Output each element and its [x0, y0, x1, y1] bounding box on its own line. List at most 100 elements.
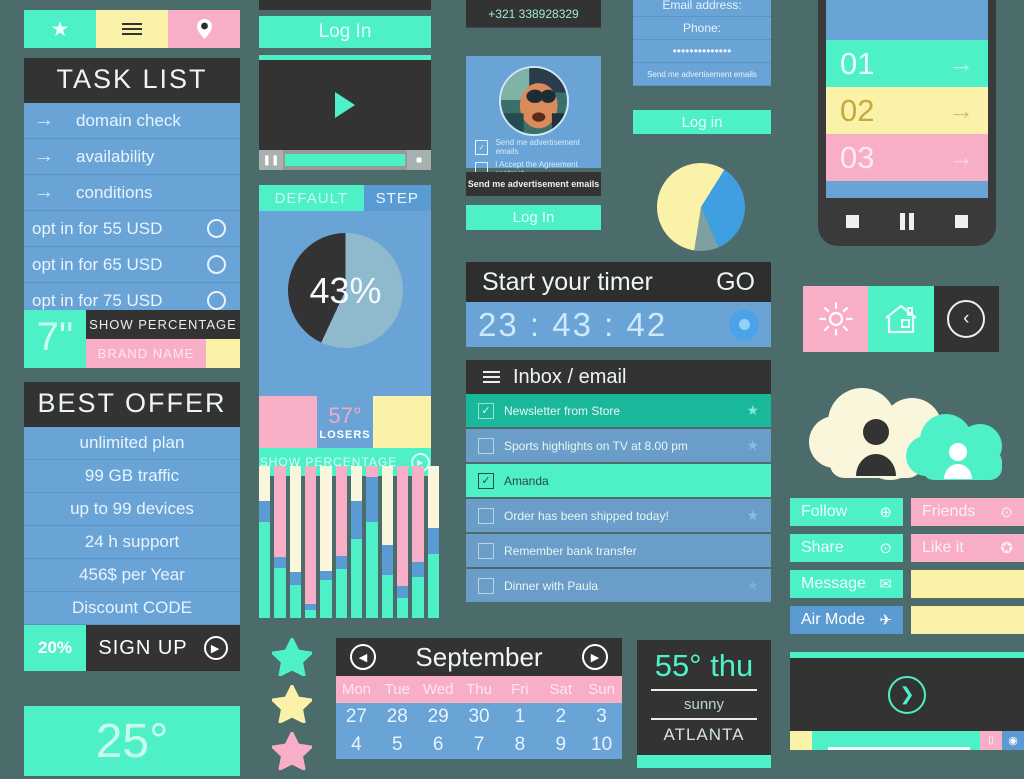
progress-bar[interactable] — [285, 154, 405, 166]
menu-button[interactable] — [954, 214, 968, 228]
star-yellow-icon[interactable] — [271, 684, 313, 724]
star-icon[interactable]: ★ — [746, 437, 759, 454]
play-icon[interactable] — [335, 92, 355, 118]
calendar-day[interactable]: 2 — [540, 703, 581, 731]
task-row[interactable]: → domain check — [24, 103, 240, 139]
advertisement-consent-row[interactable]: Send me advertisement emails — [633, 63, 771, 86]
star-icon-tile[interactable]: ★ — [24, 10, 96, 48]
star-icon[interactable]: ★ — [746, 402, 759, 419]
phone-field[interactable]: +321 338928329 — [466, 0, 601, 28]
star-mint-icon[interactable] — [271, 637, 313, 677]
social-button-air-mode[interactable]: Air Mode ✈ — [790, 606, 903, 634]
menu-icon[interactable] — [483, 368, 500, 386]
phone-hardware-buttons — [826, 204, 988, 238]
settings-button[interactable]: ◉ — [1002, 731, 1024, 750]
timer-go-button[interactable]: GO — [716, 268, 755, 297]
back-button-tile[interactable]: ‹ — [933, 286, 999, 352]
checkbox-unchecked-icon[interactable] — [478, 577, 494, 594]
checkbox-label: Send me advertisement emails — [495, 138, 580, 156]
social-button-like-it[interactable]: Like it ✪ — [911, 534, 1024, 562]
next-month-button[interactable]: ▶ — [582, 644, 608, 670]
progress-bar[interactable] — [812, 731, 980, 750]
phone-list-row[interactable]: 01 → — [826, 40, 988, 87]
task-option-row[interactable]: opt in for 55 USD — [24, 211, 240, 247]
lock-button[interactable]: ▯ — [980, 731, 1002, 750]
calendar-day[interactable]: 3 — [581, 703, 622, 731]
password-field[interactable]: •••••••••••••• — [633, 40, 771, 63]
calendar-day[interactable]: 27 — [336, 703, 377, 731]
checkbox-row[interactable]: ✓ Send me advertisement emails — [466, 136, 601, 158]
radio-icon[interactable] — [207, 219, 226, 238]
calendar-day[interactable]: 5 — [377, 731, 418, 759]
calendar-day[interactable]: 7 — [459, 731, 500, 759]
play-icon[interactable]: ❯ — [888, 675, 926, 714]
social-button-empty[interactable] — [911, 570, 1024, 598]
inbox-row[interactable]: Remember bank transfer — [466, 534, 771, 569]
social-button-follow[interactable]: Follow ⊕ — [790, 498, 903, 526]
calendar-day[interactable]: 9 — [540, 731, 581, 759]
checkbox-checked-icon[interactable]: ✓ — [475, 139, 489, 155]
bar-segment-mid — [427, 528, 439, 555]
radio-icon[interactable] — [207, 255, 226, 274]
email-address-field[interactable]: Email address: — [633, 0, 771, 17]
star-icon[interactable]: ★ — [746, 507, 759, 524]
social-button-friends[interactable]: Friends ⊙ — [911, 498, 1024, 526]
best-offer-card: BEST OFFER unlimited plan 99 GB traffic … — [24, 382, 240, 671]
star-pink-icon[interactable] — [271, 731, 313, 771]
calendar-day[interactable]: 4 — [336, 731, 377, 759]
login-button-top[interactable]: Log In — [259, 16, 431, 48]
location-pin-icon-tile[interactable] — [168, 10, 240, 48]
checkbox-unchecked-icon[interactable] — [478, 507, 494, 524]
timer-display[interactable]: 23 : 43 : 42 — [478, 306, 667, 344]
home-icon-tile[interactable] — [868, 286, 934, 352]
task-list-title: TASK LIST — [24, 58, 240, 103]
inbox-row[interactable]: Dinner with Paula ★ — [466, 569, 771, 604]
inbox-row[interactable]: Sports highlights on TV at 8.00 pm ★ — [466, 429, 771, 464]
record-icon[interactable] — [729, 309, 759, 340]
advertisement-consent-bar[interactable]: Send me advertisement emails — [466, 172, 601, 196]
social-button-share[interactable]: Share ⊙ — [790, 534, 903, 562]
login-button-contact[interactable]: Log in — [633, 110, 771, 134]
stop-button[interactable] — [846, 214, 860, 228]
offer-row: up to 99 devices — [24, 493, 240, 526]
star-icon[interactable]: ★ — [746, 577, 759, 594]
inbox-row[interactable]: Order has been shipped today! ★ — [466, 499, 771, 534]
calendar-day[interactable]: 1 — [499, 703, 540, 731]
checkbox-unchecked-icon[interactable] — [478, 437, 494, 454]
volume-button[interactable] — [790, 731, 812, 750]
calendar-day[interactable]: 6 — [418, 731, 459, 759]
pause-button[interactable]: ❚❚ — [259, 150, 283, 170]
checkbox-unchecked-icon[interactable] — [478, 542, 494, 559]
sun-icon-tile[interactable] — [803, 286, 869, 352]
calendar-day[interactable]: 8 — [499, 731, 540, 759]
show-percentage-label[interactable]: SHOW PERCENTAGE — [86, 310, 240, 339]
radio-icon[interactable] — [207, 291, 226, 310]
inbox-row[interactable]: ✓ Newsletter from Store ★ — [466, 394, 771, 429]
social-button-message[interactable]: Message ✉ — [790, 570, 903, 598]
menu-icon-tile[interactable] — [96, 10, 168, 48]
phone-list-row[interactable]: 03 → — [826, 134, 988, 181]
inbox-row[interactable]: ✓ Amanda — [466, 464, 771, 499]
phone-list-row[interactable]: 02 → — [826, 87, 988, 134]
task-row[interactable]: → availability — [24, 139, 240, 175]
tab-step[interactable]: STEP — [363, 185, 431, 211]
prev-month-button[interactable]: ◀ — [350, 644, 376, 670]
task-row[interactable]: → conditions — [24, 175, 240, 211]
checkbox-checked-icon[interactable]: ✓ — [478, 472, 494, 489]
stop-button[interactable]: ■ — [407, 150, 431, 170]
checkbox-checked-icon[interactable]: ✓ — [478, 402, 494, 419]
player-screen[interactable]: ❯ — [790, 658, 1024, 731]
calendar-day[interactable]: 28 — [377, 703, 418, 731]
tab-default[interactable]: DEFAULT — [259, 185, 364, 211]
sign-up-button[interactable]: SIGN UP ▶ — [86, 625, 240, 671]
video-screen[interactable] — [259, 60, 431, 150]
task-option-row[interactable]: opt in for 65 USD — [24, 247, 240, 283]
phone-field[interactable]: Phone: — [633, 17, 771, 40]
calendar-day[interactable]: 30 — [459, 703, 500, 731]
calendar-day[interactable]: 10 — [581, 731, 622, 759]
login-button-profile[interactable]: Log In — [466, 205, 601, 230]
social-button-empty[interactable] — [911, 606, 1024, 634]
calendar-day[interactable]: 29 — [418, 703, 459, 731]
pause-button[interactable] — [899, 212, 914, 230]
timer-sep: : — [604, 305, 616, 343]
